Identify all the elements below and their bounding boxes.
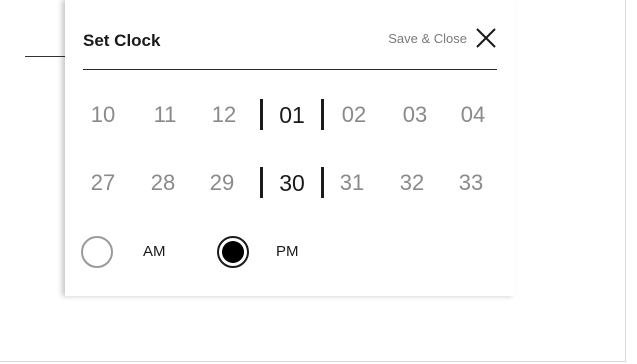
am-radio[interactable] — [81, 236, 113, 268]
save-close-label: Save & Close — [388, 30, 467, 46]
hour-option[interactable]: 03 — [395, 98, 435, 132]
pm-label[interactable]: PM — [276, 243, 299, 260]
save-close-button[interactable]: Save & Close — [388, 24, 497, 52]
close-icon[interactable] — [475, 27, 497, 49]
panel-header: Set Clock Save & Close — [83, 22, 497, 70]
hour-option[interactable]: 02 — [334, 98, 374, 132]
minute-option[interactable]: 31 — [332, 166, 372, 200]
hour-option[interactable]: 10 — [83, 98, 123, 132]
selection-marker-right — [321, 167, 324, 198]
am-label[interactable]: AM — [143, 243, 166, 260]
hour-option[interactable]: 04 — [453, 98, 493, 132]
minute-option[interactable]: 27 — [83, 166, 123, 200]
set-clock-panel: Set Clock Save & Close 10 11 12 01 02 03… — [65, 0, 515, 296]
panel-title: Set Clock — [83, 31, 161, 50]
hour-option[interactable]: 11 — [145, 98, 185, 132]
minute-option-selected[interactable]: 30 — [272, 166, 312, 200]
minute-option[interactable]: 29 — [202, 166, 242, 200]
selection-marker-left — [260, 167, 263, 198]
minute-option[interactable]: 33 — [451, 166, 491, 200]
selection-marker-left — [260, 99, 263, 130]
pm-radio[interactable] — [217, 236, 249, 268]
selection-marker-right — [321, 99, 324, 130]
minute-option[interactable]: 32 — [392, 166, 432, 200]
background-divider — [25, 56, 65, 57]
minute-option[interactable]: 28 — [143, 166, 183, 200]
hour-option[interactable]: 12 — [204, 98, 244, 132]
hour-option-selected[interactable]: 01 — [272, 98, 312, 132]
pm-radio-dot — [222, 241, 244, 263]
am-pm-selector: AM PM — [81, 236, 381, 272]
